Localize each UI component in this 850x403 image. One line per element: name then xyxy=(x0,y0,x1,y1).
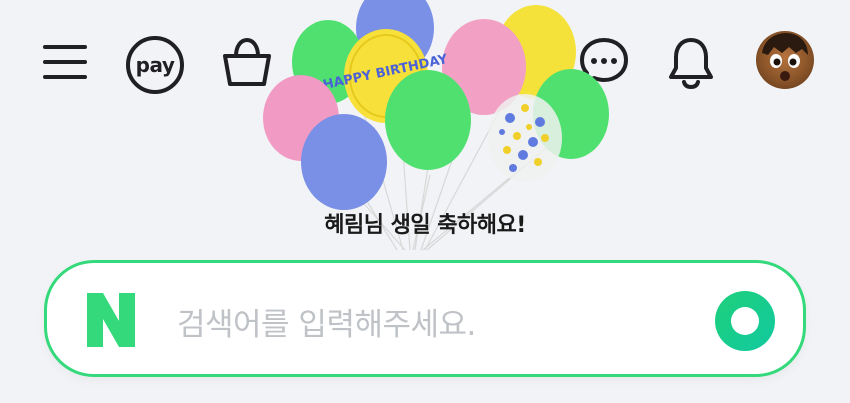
pay-button[interactable]: pay xyxy=(125,35,185,95)
profile-button[interactable] xyxy=(756,31,814,89)
pay-label: pay xyxy=(135,53,175,77)
hamburger-menu-icon xyxy=(43,45,87,79)
naver-logo-icon xyxy=(87,293,135,347)
birthday-message: 혜림님 생일 축하해요! xyxy=(324,213,526,238)
search-submit-button[interactable] xyxy=(715,291,775,351)
user-avatar xyxy=(756,31,814,89)
pay-icon: pay xyxy=(126,36,184,94)
notification-button[interactable] xyxy=(666,34,716,90)
menu-button[interactable] xyxy=(40,40,90,84)
search-submit-icon xyxy=(731,307,759,335)
search-bar[interactable]: 검색어를 입력해주세요. xyxy=(44,260,806,377)
search-input[interactable]: 검색어를 입력해주세요. xyxy=(177,299,476,344)
bell-icon xyxy=(669,38,713,89)
